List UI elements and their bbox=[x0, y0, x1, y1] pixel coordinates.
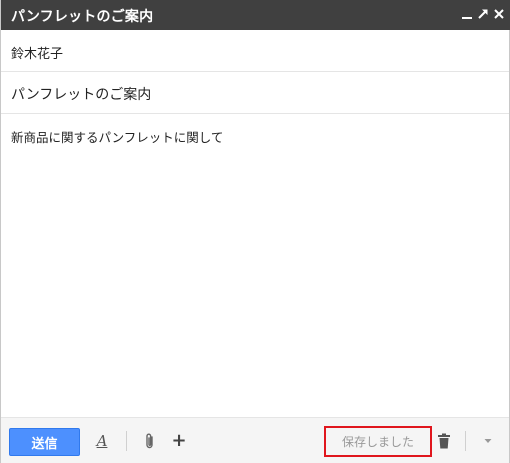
more-options-dropdown-icon[interactable] bbox=[479, 430, 497, 452]
formatting-options-icon[interactable]: A bbox=[92, 430, 112, 452]
send-button[interactable]: 送信 bbox=[9, 428, 80, 456]
message-body-text[interactable]: 新商品に関するパンフレットに関して bbox=[11, 127, 223, 146]
popout-icon[interactable] bbox=[475, 5, 491, 23]
attach-file-icon[interactable] bbox=[141, 430, 159, 452]
recipient-to[interactable]: 鈴木花子 bbox=[11, 43, 63, 62]
compose-title: パンフレットのご案内 bbox=[11, 9, 154, 25]
saved-status-label: 保存しました bbox=[324, 426, 432, 457]
message-body[interactable]: 新商品に関するパンフレットに関して bbox=[1, 115, 509, 417]
compose-window: パンフレットのご案内 鈴木花子 パンフレットのご案内 新商品に関するパンフレット… bbox=[0, 0, 510, 463]
compose-toolbar: 送信 A + 保存しました bbox=[1, 417, 509, 463]
recipients-field[interactable]: 鈴木花子 bbox=[1, 30, 509, 72]
toolbar-divider bbox=[465, 431, 466, 451]
toolbar-divider bbox=[126, 431, 127, 451]
more-insert-options-icon[interactable]: + bbox=[169, 429, 189, 451]
close-icon[interactable] bbox=[491, 5, 507, 23]
minimize-icon[interactable] bbox=[459, 5, 475, 23]
discard-draft-icon[interactable] bbox=[435, 430, 453, 452]
subject-field[interactable]: パンフレットのご案内 bbox=[1, 73, 509, 114]
subject-value[interactable]: パンフレットのご案内 bbox=[11, 84, 151, 104]
compose-titlebar[interactable]: パンフレットのご案内 bbox=[1, 0, 510, 30]
